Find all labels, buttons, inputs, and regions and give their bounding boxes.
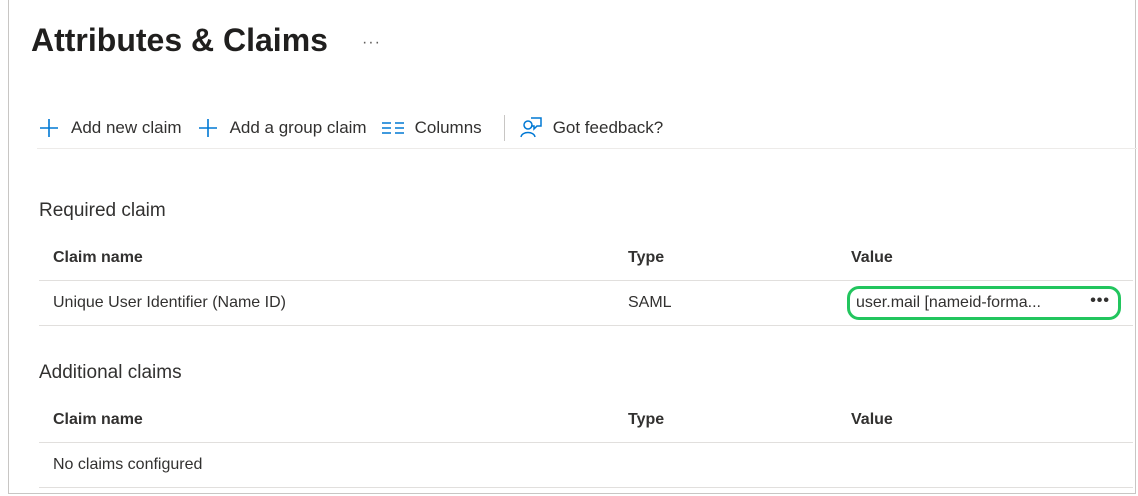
content-pane: Attributes & Claims ··· Add new claim Ad… — [8, 0, 1137, 494]
add-new-claim-button[interactable]: Add new claim — [37, 108, 182, 148]
page-more-button[interactable]: ··· — [362, 34, 381, 52]
value-highlight-box: user.mail [nameid-forma... ••• — [847, 286, 1121, 320]
command-bar: Add new claim Add a group claim Columns — [37, 108, 1137, 149]
table-header-row: Claim name Type Value — [39, 398, 1133, 443]
column-header-type[interactable]: Type — [628, 236, 664, 280]
column-header-claim-name[interactable]: Claim name — [53, 236, 143, 280]
column-header-value[interactable]: Value — [851, 236, 893, 280]
column-header-type[interactable]: Type — [628, 398, 664, 442]
table-row[interactable]: Unique User Identifier (Name ID) SAML us… — [39, 281, 1133, 326]
feedback-button[interactable]: Got feedback? — [519, 108, 664, 148]
claim-value-cell: user.mail [nameid-forma... — [856, 294, 1041, 311]
feedback-label: Got feedback? — [552, 118, 664, 137]
feedback-icon — [519, 116, 543, 140]
toolbar-divider — [503, 115, 505, 141]
plus-icon — [196, 116, 220, 140]
columns-icon — [381, 116, 405, 140]
add-group-claim-label: Add a group claim — [229, 118, 367, 137]
required-claim-heading: Required claim — [39, 200, 166, 221]
page-title: Attributes & Claims — [31, 22, 328, 58]
title-row: Attributes & Claims ··· — [31, 22, 381, 59]
column-header-claim-name[interactable]: Claim name — [53, 398, 143, 442]
column-header-value[interactable]: Value — [851, 398, 893, 442]
plus-icon — [37, 116, 61, 140]
claim-type-cell: SAML — [628, 294, 672, 311]
required-claims-table: Claim name Type Value Unique User Identi… — [39, 236, 1133, 326]
claim-name-cell: Unique User Identifier (Name ID) — [53, 294, 286, 311]
columns-label: Columns — [414, 118, 482, 137]
empty-state-text: No claims configured — [53, 456, 203, 473]
columns-button[interactable]: Columns — [381, 108, 482, 148]
row-more-options-button[interactable]: ••• — [1090, 289, 1110, 313]
additional-claims-heading: Additional claims — [39, 362, 182, 383]
empty-state-row: No claims configured — [39, 443, 1133, 488]
add-group-claim-button[interactable]: Add a group claim — [196, 108, 367, 148]
add-new-claim-label: Add new claim — [71, 118, 182, 137]
table-header-row: Claim name Type Value — [39, 236, 1133, 281]
additional-claims-table: Claim name Type Value No claims configur… — [39, 398, 1133, 488]
